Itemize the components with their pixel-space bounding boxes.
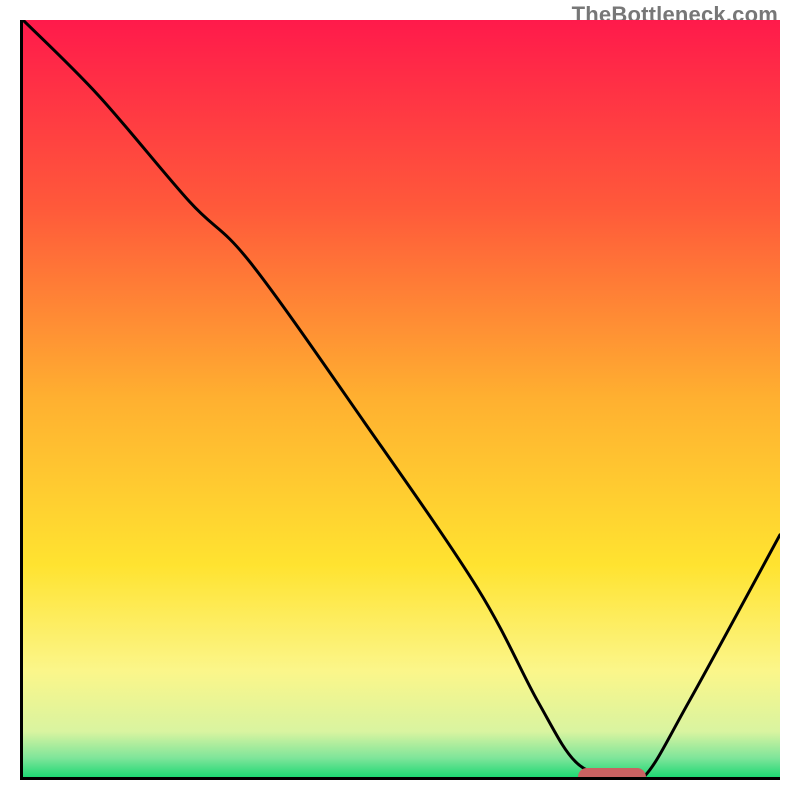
optimal-range-marker: [578, 768, 646, 780]
chart-background: [23, 20, 780, 777]
chart-svg: [23, 20, 780, 777]
bottleneck-chart: [20, 20, 780, 780]
